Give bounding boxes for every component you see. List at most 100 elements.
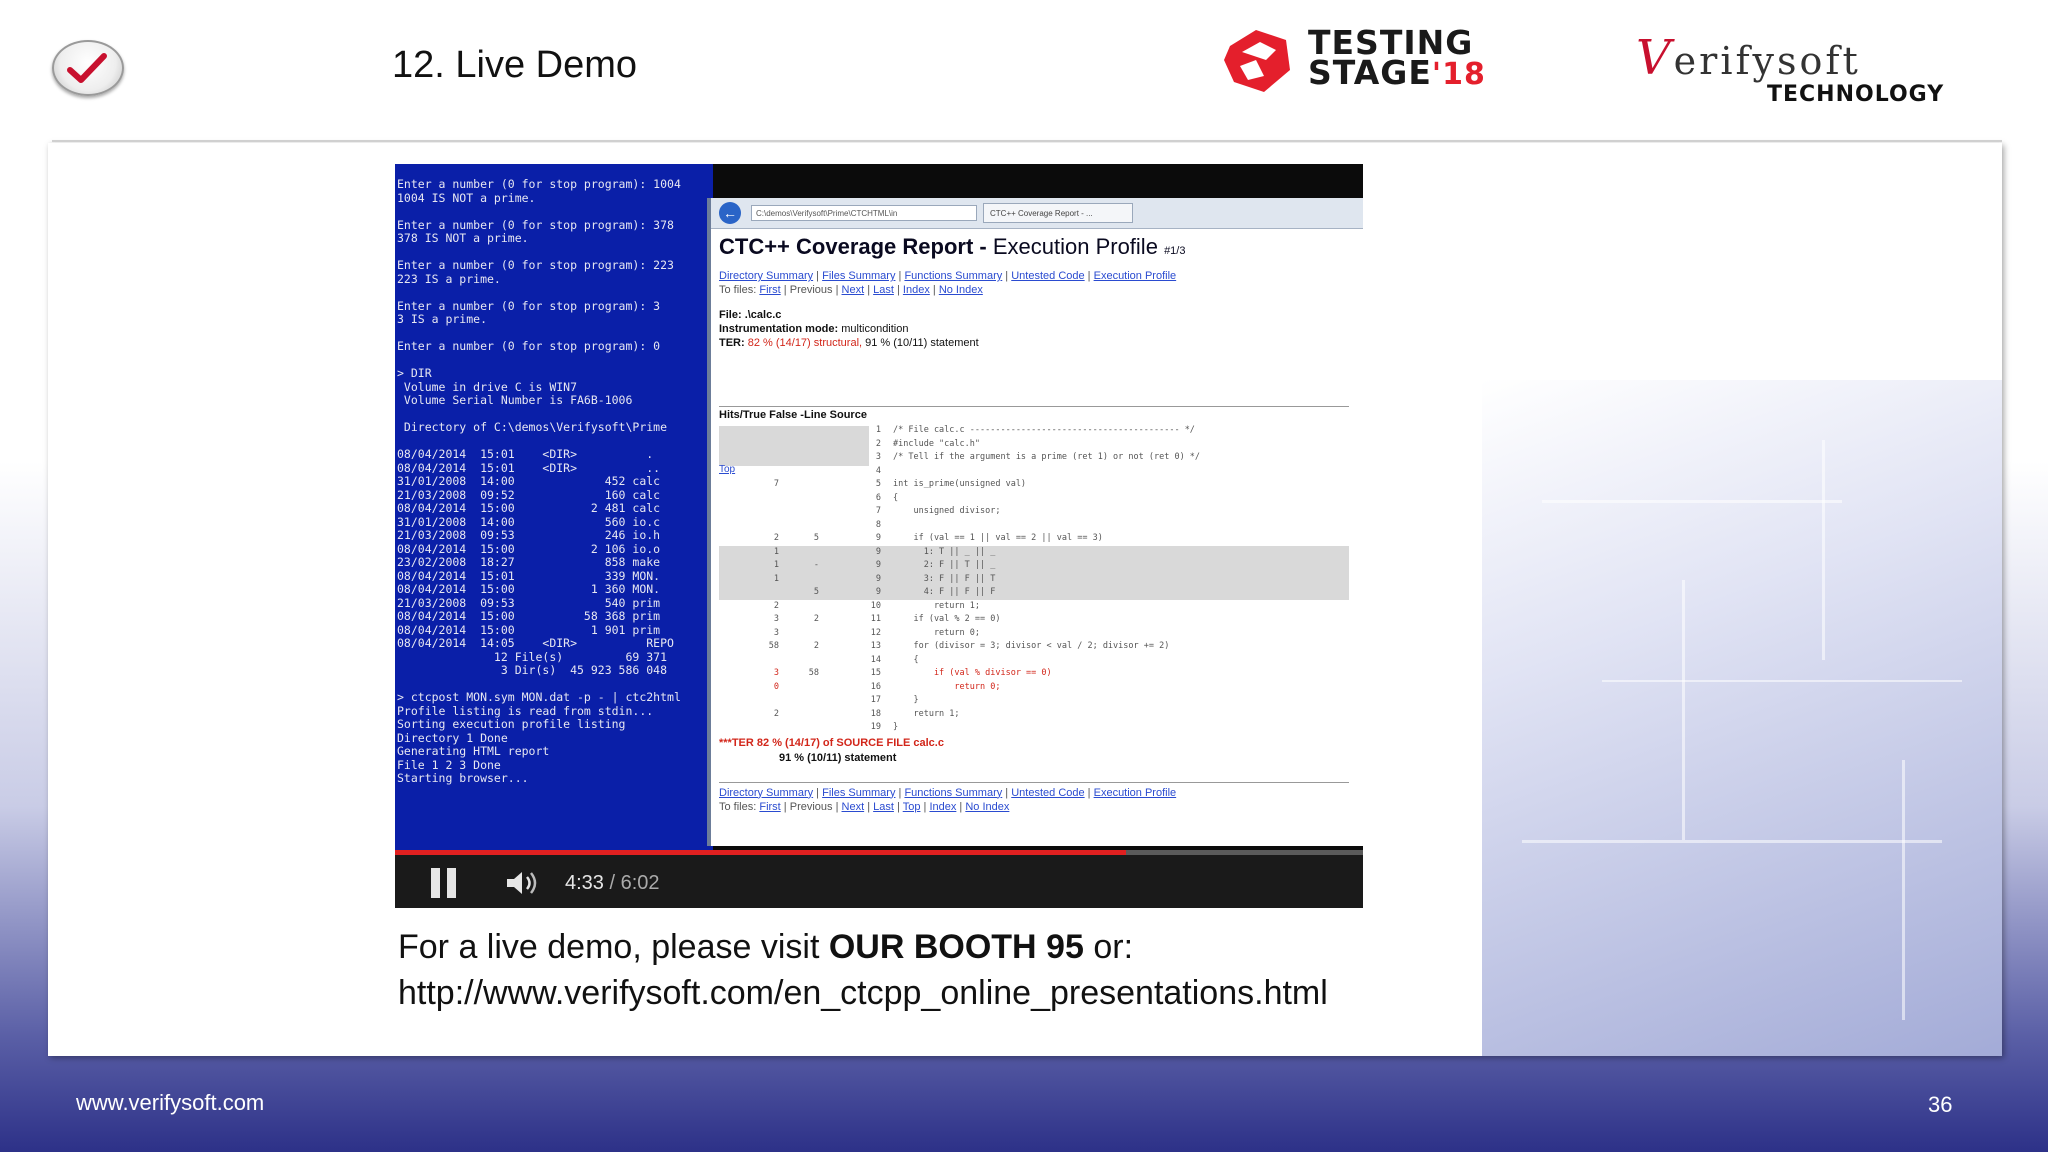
- terminal-line: 21/03/2008 09:53 246 io.h: [397, 528, 661, 542]
- back-arrow-icon[interactable]: ←: [719, 202, 741, 224]
- report-link[interactable]: Functions Summary: [904, 270, 1002, 282]
- report-link[interactable]: Directory Summary: [719, 270, 813, 282]
- presentation-link[interactable]: http://www.verifysoft.com/en_ctcpp_onlin…: [398, 970, 1328, 1016]
- report-link[interactable]: Files Summary: [822, 787, 895, 799]
- table-row: 1/* File calc.c ------------------------…: [875, 425, 1195, 435]
- table-row: 58 2 13 for (divisor = 3; divisor < val / …: [768, 641, 1170, 651]
- report-link[interactable]: Top: [903, 801, 921, 813]
- terminal-line: > DIR: [397, 366, 432, 380]
- verifysoft-logo: Verifysoft TECHNOLOGY: [1636, 30, 1986, 110]
- table-row: 7 unsigned divisor;: [875, 506, 1001, 516]
- table-row: 19 3: F || F || T: [719, 572, 1349, 586]
- terminal-line: Starting browser...: [397, 771, 529, 785]
- terminal-line: 08/04/2014 15:00 1 901 prim: [397, 622, 661, 637]
- table-header: Hits/True False -Line Source: [719, 406, 1349, 421]
- report-subtitle: Execution Profile: [992, 234, 1158, 259]
- terminal-line: 223 IS a prime.: [397, 271, 501, 286]
- video-controls: 4:33 / 6:02: [395, 850, 1363, 908]
- report-link[interactable]: Next: [842, 801, 865, 813]
- report-link[interactable]: Files Summary: [822, 270, 895, 282]
- table-row: 14 {: [870, 654, 919, 665]
- browser-toolbar: ← C:\demos\Verifysoft\Prime\CTCHTML\in C…: [711, 198, 1363, 229]
- terminal-line: Profile listing is read from stdin...: [397, 703, 654, 718]
- link-previous: Previous: [789, 284, 833, 296]
- report-link[interactable]: Execution Profile: [1094, 270, 1177, 282]
- page-number: 36: [1928, 1092, 1953, 1117]
- terminal-line: Enter a number (0 for stop program): 100…: [397, 177, 681, 191]
- table-row: 59 4: F || F || F: [719, 586, 1349, 600]
- bottom-nav-links: Directory Summary | Files Summary | Func…: [719, 781, 1349, 799]
- terminal-line: Enter a number (0 for stop program): 0: [397, 339, 661, 353]
- report-title: CTC++ Coverage Report - Execution Profil…: [719, 234, 1186, 259]
- verifysoft-name: erifysoft: [1673, 39, 1861, 83]
- table-row: 19 1: T || _ || _: [719, 545, 1349, 559]
- terminal-line: 08/04/2014 15:00 1 360 MON.: [397, 582, 661, 596]
- terminal-line: 21/03/2008 09:52 160 calc: [397, 487, 661, 502]
- video-time: 4:33 / 6:02: [565, 872, 660, 895]
- slide-title: 12. Live Demo: [392, 44, 638, 86]
- report-link[interactable]: Index: [903, 284, 930, 296]
- terminal-line: Volume in drive C is WIN7: [397, 379, 578, 394]
- terminal-line: Directory of C:\demos\Verifysoft\Prime: [397, 420, 668, 434]
- terminal-line: File 1 2 3 Done: [397, 757, 501, 772]
- table-row: 4: [875, 465, 881, 476]
- report-meta: File: .\calc.c Instrumentation mode: mul…: [719, 309, 979, 349]
- table-row: 0 16 return 0;: [773, 681, 1001, 692]
- video-progress-track[interactable]: [395, 850, 1363, 855]
- report-link[interactable]: No Index: [965, 801, 1009, 813]
- report-link[interactable]: Last: [873, 801, 894, 813]
- top-link[interactable]: Top: [719, 464, 735, 475]
- terminal-line: 08/04/2014 15:00 58 368 prim: [397, 609, 661, 623]
- report-link[interactable]: Functions Summary: [904, 787, 1002, 799]
- footer-url: www.verifysoft.com: [76, 1090, 265, 1115]
- terminal-line: Generating HTML report: [397, 744, 550, 758]
- terminal-line: 31/01/2008 14:00 560 io.c: [397, 514, 661, 529]
- circuit-board-background: [1482, 380, 2002, 1056]
- terminal-line: 08/04/2014 15:00 2 106 io.o: [397, 541, 661, 556]
- table-row: 3 12 return 0;: [773, 627, 980, 638]
- pause-button[interactable]: [431, 868, 459, 898]
- terminal-line: Sorting execution profile listing: [397, 717, 626, 731]
- terminal-line: 08/04/2014 14:05 <DIR> REPO: [397, 636, 674, 650]
- booth-number: OUR BOOTH 95: [828, 928, 1084, 966]
- report-link[interactable]: Directory Summary: [719, 787, 813, 799]
- report-link[interactable]: First: [759, 801, 780, 813]
- report-page: #1/3: [1164, 245, 1186, 257]
- summary-ter: ***TER 82 % (14/17) of SOURCE FILE calc.…: [719, 736, 944, 749]
- report-link[interactable]: Next: [842, 284, 865, 296]
- terminal-line: Directory 1 Done: [397, 730, 508, 745]
- terminal-line: 1004 IS NOT a prime.: [397, 190, 536, 205]
- terminal-line: 08/04/2014 15:00 2 481 calc: [397, 501, 661, 515]
- video-progress-fill: [395, 850, 1126, 855]
- terminal-line: Enter a number (0 for stop program): 3: [397, 298, 661, 313]
- volume-icon[interactable]: [505, 870, 541, 896]
- report-link[interactable]: Execution Profile: [1094, 787, 1177, 799]
- table-row: 2 #include "calc.h": [875, 438, 980, 449]
- table-row: 3 58 15 if (val % divisor == 0): [773, 668, 1052, 678]
- report-link[interactable]: Last: [873, 284, 894, 296]
- terminal-line: Enter a number (0 for stop program): 378: [397, 217, 674, 232]
- report-link[interactable]: First: [759, 284, 780, 296]
- bottom-file-links: To files: First | Previous | Next | Last…: [719, 800, 1010, 813]
- testing-stage-year: '18: [1431, 57, 1486, 92]
- address-bar[interactable]: C:\demos\Verifysoft\Prime\CTCHTML\in: [751, 205, 977, 221]
- report-link[interactable]: No Index: [939, 284, 983, 296]
- verifysoft-v: V: [1636, 30, 1674, 86]
- terminal-line: 378 IS NOT a prime.: [397, 231, 529, 245]
- browser-tab[interactable]: CTC++ Coverage Report - ...: [983, 203, 1133, 223]
- report-link[interactable]: Untested Code: [1011, 787, 1084, 799]
- demo-video-player[interactable]: Enter a number (0 for stop program): 100…: [395, 164, 1363, 908]
- terminal-line: Enter a number (0 for stop program): 223: [397, 258, 674, 272]
- report-link[interactable]: Untested Code: [1011, 270, 1084, 282]
- report-nav-links: Directory Summary | Files Summary | Func…: [719, 270, 1177, 282]
- testing-stage-wordmark: TESTING STAGE'18: [1308, 26, 1486, 92]
- table-row: 1-9 2: F || T || _: [719, 559, 1349, 573]
- report-link[interactable]: Index: [929, 801, 956, 813]
- checkmark-logo-icon: [52, 40, 124, 96]
